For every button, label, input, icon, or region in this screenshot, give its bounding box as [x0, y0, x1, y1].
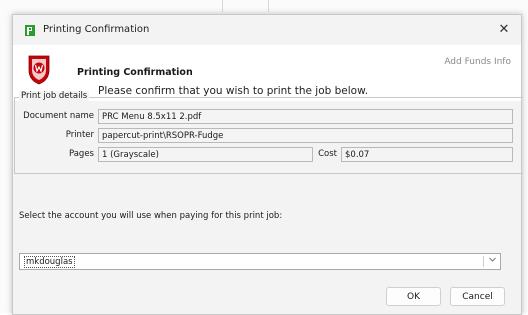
background-divider	[268, 0, 269, 12]
university-crest-icon	[28, 55, 50, 85]
account-dropdown[interactable]: mkdouglas	[19, 253, 501, 270]
window-title: Printing Confirmation	[43, 24, 150, 35]
chevron-down-icon[interactable]	[488, 255, 497, 267]
document-name-value: PRC Menu 8.5x11 2.pdf	[102, 112, 202, 122]
printing-confirmation-dialog: Printing Confirmation ✕ Printing Confirm…	[12, 14, 523, 315]
close-button[interactable]: ✕	[493, 19, 515, 41]
cost-label: Cost	[318, 149, 337, 159]
title-bar[interactable]: Printing Confirmation ✕	[13, 15, 521, 45]
dropdown-separator	[483, 256, 484, 267]
cost-field: $0.07	[341, 147, 513, 162]
pages-field: 1 (Grayscale)	[98, 147, 313, 162]
printer-field: papercut-print\RSOPR-Fudge	[98, 128, 513, 143]
selected-account: mkdouglas	[24, 256, 75, 268]
background-divider	[222, 0, 223, 12]
account-prompt: Select the account you will use when pay…	[19, 211, 283, 221]
print-job-details-group: Print job details Document name PRC Menu…	[14, 91, 523, 174]
add-funds-info-link[interactable]: Add Funds Info	[444, 57, 511, 67]
header-title: Printing Confirmation	[77, 67, 193, 78]
papercut-p-icon	[25, 25, 35, 36]
confirmation-message: Please confirm that you wish to print th…	[98, 85, 369, 97]
chevron-down-icon-shape	[489, 257, 496, 262]
printer-label: Printer	[65, 130, 94, 140]
pages-label: Pages	[68, 149, 94, 159]
cancel-button[interactable]: Cancel	[450, 287, 505, 306]
ok-button[interactable]: OK	[386, 287, 441, 306]
close-icon: ✕	[498, 22, 510, 37]
document-name-label: Document name	[23, 111, 94, 121]
print-job-details-legend: Print job details	[19, 91, 90, 101]
printer-value: papercut-print\RSOPR-Fudge	[102, 131, 224, 141]
cost-value: $0.07	[345, 150, 370, 160]
pages-value: 1 (Grayscale)	[102, 150, 159, 160]
document-name-field: PRC Menu 8.5x11 2.pdf	[98, 109, 513, 124]
